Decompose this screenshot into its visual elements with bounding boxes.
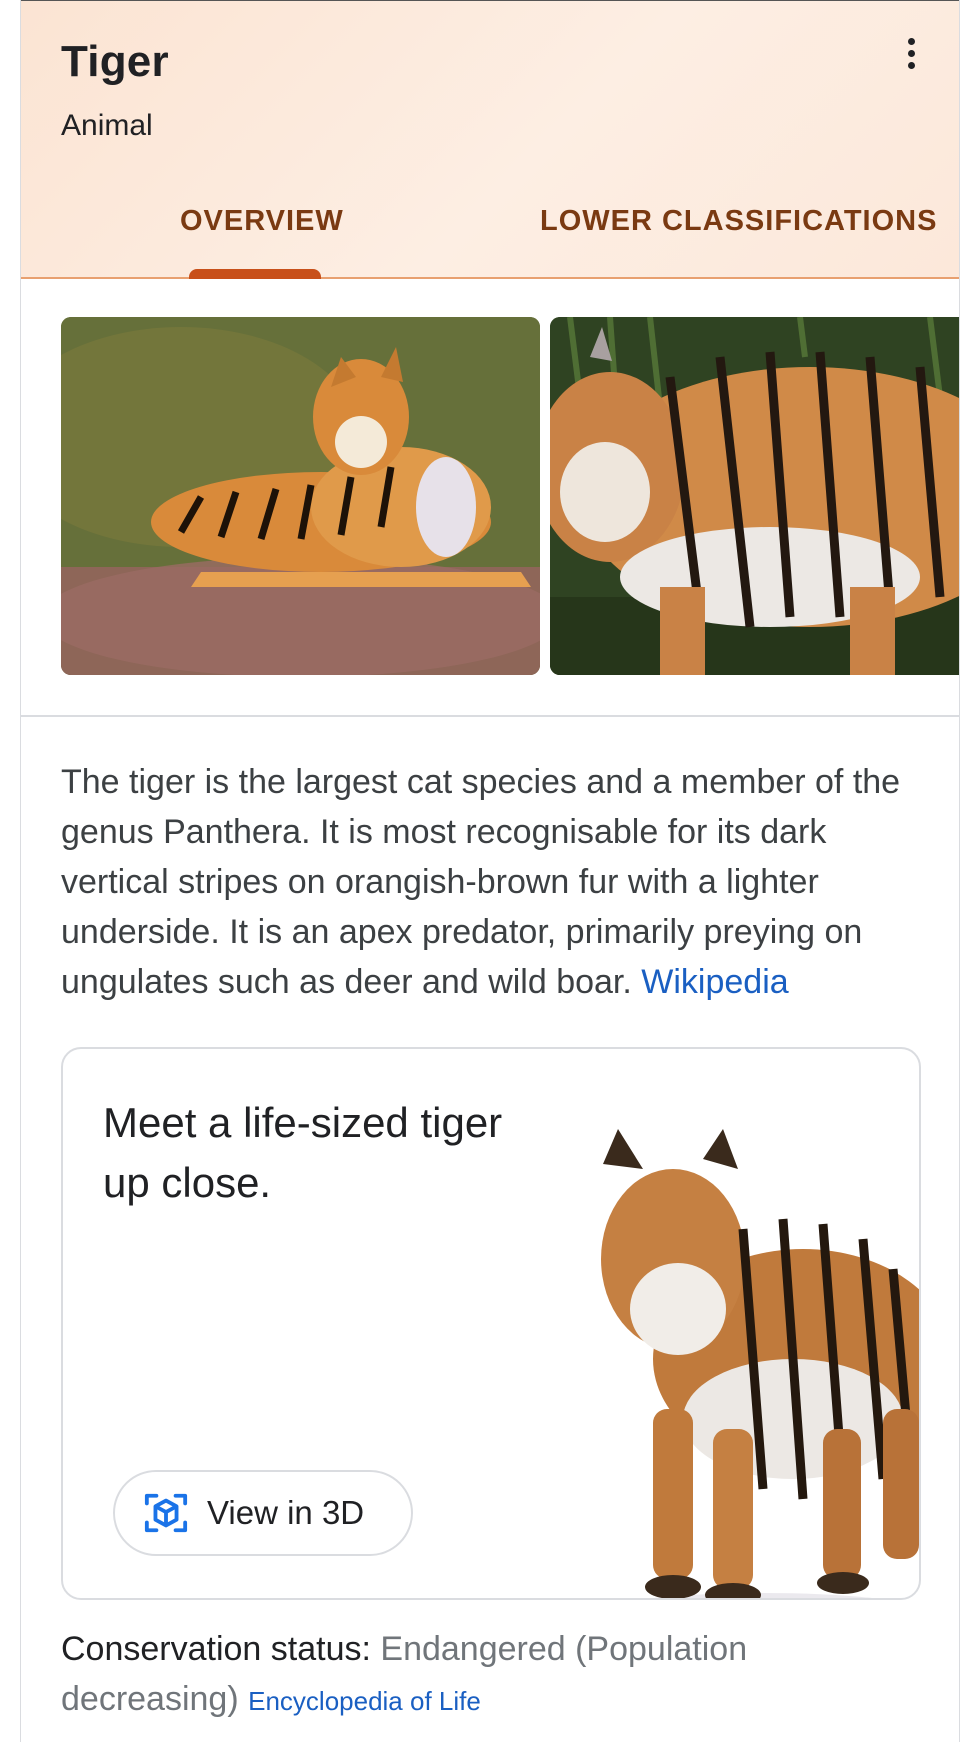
entity-subtitle: Animal	[61, 109, 153, 142]
view-in-3d-button[interactable]: View in 3D	[113, 1470, 413, 1556]
tiger-image-lying[interactable]	[61, 317, 540, 675]
dot	[907, 61, 915, 69]
image-carousel[interactable]	[21, 279, 959, 717]
tiger-standing-illustration	[550, 317, 959, 675]
tab-selected-indicator	[189, 269, 321, 279]
3d-tiger-illustration	[601, 1129, 919, 1598]
entity-description: The tiger is the largest cat species and…	[61, 757, 921, 1007]
promo-headline: Meet a life-sized tiger up close.	[103, 1099, 503, 1206]
more-vert-icon[interactable]	[891, 31, 931, 75]
dot	[907, 37, 915, 45]
tiger-lying-illustration	[61, 317, 540, 675]
encyclopedia-of-life-link[interactable]: Encyclopedia of Life	[248, 1686, 481, 1716]
3d-cube-icon	[144, 1493, 188, 1533]
conservation-status: Conservation status: Endangered (Populat…	[61, 1624, 921, 1726]
conservation-label: Conservation status:	[61, 1630, 381, 1668]
view-3d-promo-card[interactable]: Meet a life-sized tiger up close. View i…	[61, 1047, 921, 1600]
view-in-3d-label: View in 3D	[207, 1494, 365, 1531]
tab-overview[interactable]: OVERVIEW	[180, 205, 344, 238]
panel-header: Tiger Animal OVERVIEW LOWER CLASSIFICATI…	[21, 0, 959, 279]
knowledge-panel: Tiger Animal OVERVIEW LOWER CLASSIFICATI…	[20, 0, 960, 1742]
dot	[907, 49, 915, 57]
wikipedia-link[interactable]: Wikipedia	[641, 963, 788, 1001]
tab-lower-classifications[interactable]: LOWER CLASSIFICATIONS	[540, 205, 937, 238]
page: Tiger Animal OVERVIEW LOWER CLASSIFICATI…	[0, 0, 980, 1742]
tiger-image-standing[interactable]	[550, 317, 959, 675]
entity-title: Tiger	[61, 37, 169, 86]
